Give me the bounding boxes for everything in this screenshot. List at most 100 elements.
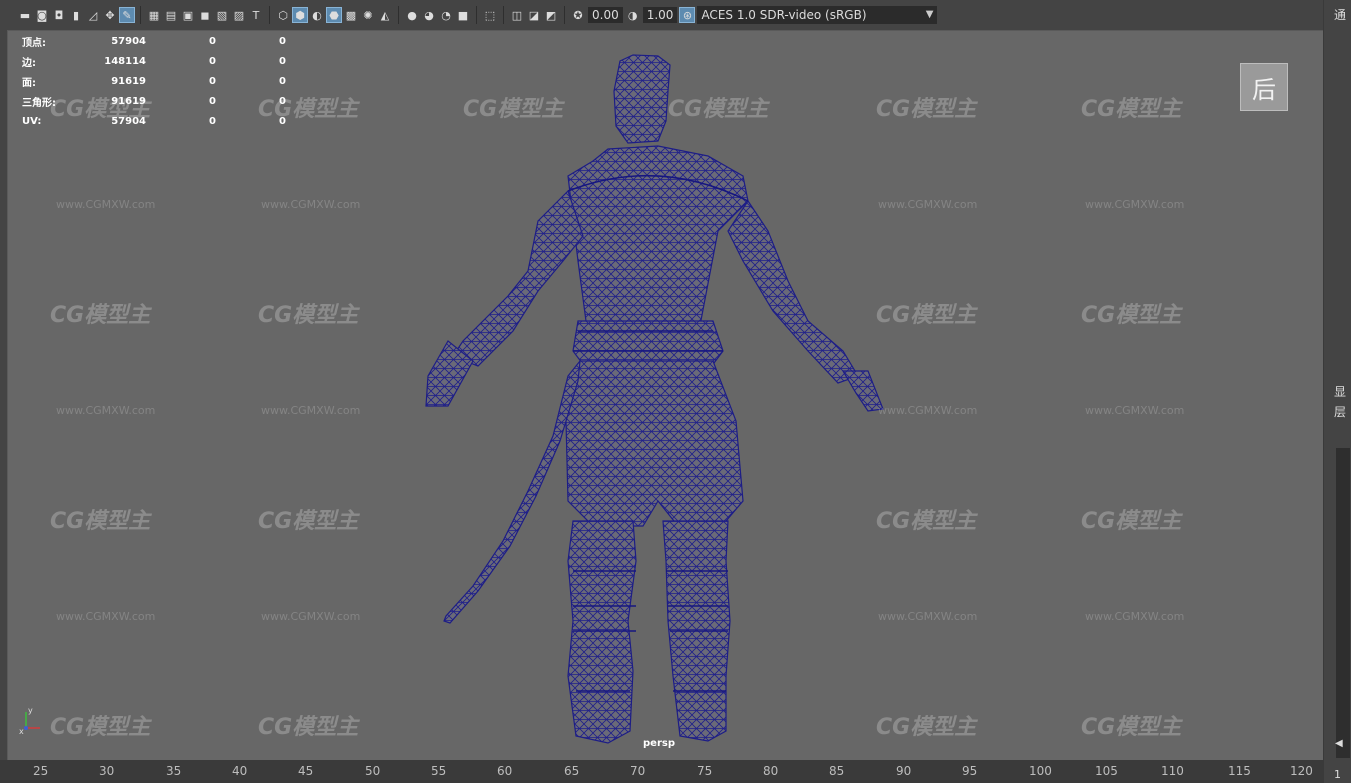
hud-selected: 0: [209, 95, 216, 107]
xray-icon[interactable]: ◫: [510, 8, 524, 22]
watermark-logo: CG模型主: [1081, 509, 1182, 534]
time-slider[interactable]: 25 30 35 40 45 50 55 60 65 70 75 80 85 9…: [0, 760, 1323, 783]
watermark-url: www.CGMXW.com: [56, 610, 156, 623]
safe-title-icon[interactable]: T: [249, 8, 263, 22]
resolution-gate-icon[interactable]: ▣: [181, 8, 195, 22]
watermark-url: www.CGMXW.com: [261, 610, 361, 623]
watermark-url: www.CGMXW.com: [261, 404, 361, 417]
hud-value: 91619: [111, 95, 146, 107]
xray-components-icon[interactable]: ◩: [544, 8, 558, 22]
isolate-select-icon[interactable]: ⬚: [483, 8, 497, 22]
shadows-icon[interactable]: ◭: [378, 8, 392, 22]
exposure-field[interactable]: 0.00: [588, 7, 623, 23]
hud-selected: 0: [209, 55, 216, 67]
watermark-logo: CG模型主: [50, 509, 151, 534]
image-plane-icon[interactable]: ◿: [86, 8, 100, 22]
side-panel-scrollbar[interactable]: [1336, 448, 1350, 758]
hud-selected: 0: [209, 115, 216, 127]
hud-selected-2: 0: [279, 115, 286, 127]
field-chart-icon[interactable]: ▧: [215, 8, 229, 22]
grease-pencil-icon[interactable]: ✎: [119, 7, 135, 23]
use-all-lights-icon[interactable]: ✺: [361, 8, 375, 22]
hud-label: 面:: [22, 77, 36, 89]
bookmark-icon[interactable]: ▮: [69, 8, 83, 22]
timeline-tick: 25: [33, 764, 49, 778]
scroll-left-icon[interactable]: ◀: [1335, 738, 1343, 749]
timeline-tick: 100: [1029, 764, 1052, 778]
camera-lock-icon[interactable]: ◘: [52, 8, 66, 22]
character-mesh: [425, 54, 884, 744]
axis-gizmo: y x: [19, 706, 40, 736]
grid-icon[interactable]: ▦: [147, 8, 161, 22]
motion-blur-icon[interactable]: ◕: [422, 8, 436, 22]
xray-joints-icon[interactable]: ◪: [527, 8, 541, 22]
timeline-tick: 90: [896, 764, 912, 778]
gate-mask-icon[interactable]: ◼: [198, 8, 212, 22]
chevron-down-icon: ▼: [925, 9, 934, 20]
layer-tab[interactable]: 层: [1334, 403, 1346, 420]
torso-mesh: [567, 145, 749, 337]
watermark-url: www.CGMXW.com: [1085, 610, 1185, 623]
timeline-tick: 95: [962, 764, 978, 778]
viewport-3d[interactable]: CG模型主 CG模型主 CG模型主 CG模型主 CG模型主 CG模型主 CG模型…: [7, 30, 1325, 762]
sword-mesh: [443, 359, 581, 624]
hud-row-faces: 面: 91619 0 0: [22, 71, 286, 91]
default-material-icon[interactable]: ◐: [310, 8, 324, 22]
color-space-dropdown[interactable]: ACES 1.0 SDR-video (sRGB) ▼: [697, 6, 938, 24]
right-arm-mesh: [727, 199, 859, 384]
pan-zoom-icon[interactable]: ✥: [103, 8, 117, 22]
watermark-logo: CG模型主: [1081, 97, 1182, 122]
axis-label-x: x: [19, 727, 24, 736]
film-gate-icon[interactable]: ▤: [164, 8, 178, 22]
side-panel-tab[interactable]: 通: [1334, 6, 1346, 23]
watermark-logo: CG模型主: [1081, 715, 1182, 740]
watermark-logo: CG模型主: [876, 97, 977, 122]
gamma-field[interactable]: 1.00: [642, 7, 678, 23]
wireframe-icon[interactable]: ⬡: [276, 8, 290, 22]
camera-icon[interactable]: ▬: [18, 8, 32, 22]
depth-of-field-icon[interactable]: ■: [456, 8, 470, 22]
hud-selected-2: 0: [279, 55, 286, 67]
timeline-tick: 40: [232, 764, 248, 778]
camera-attributes-icon[interactable]: ◙: [35, 8, 49, 22]
watermark-url: www.CGMXW.com: [1085, 404, 1185, 417]
timeline-tick: 35: [166, 764, 182, 778]
timeline-tick: 55: [431, 764, 447, 778]
textured-icon[interactable]: ▩: [344, 8, 358, 22]
color-space-label: ACES 1.0 SDR-video (sRGB): [701, 8, 867, 22]
exposure-icon[interactable]: ✪: [571, 8, 585, 22]
separator: [503, 6, 504, 24]
wireframe-on-shaded-icon[interactable]: ⬣: [326, 7, 342, 23]
hud-selected: 0: [209, 35, 216, 47]
color-management-icon[interactable]: ⊛: [679, 7, 696, 23]
safe-action-icon[interactable]: ▨: [232, 8, 246, 22]
separator: [564, 6, 565, 24]
watermark-logo: CG模型主: [258, 509, 359, 534]
hud-row-vertices: 顶点: 57904 0 0: [22, 31, 286, 51]
gamma-icon[interactable]: ◑: [626, 8, 640, 22]
view-cube[interactable]: 后: [1240, 63, 1288, 111]
anti-aliasing-icon[interactable]: ◔: [439, 8, 453, 22]
hud-selected-2: 0: [279, 35, 286, 47]
viewport-canvas: [425, 54, 884, 744]
timeline-tick: 45: [298, 764, 314, 778]
hud-row-uvs: UV: 57904 0 0: [22, 111, 286, 131]
separator: [476, 6, 477, 24]
smooth-shade-icon[interactable]: ⬢: [292, 7, 308, 23]
right-hand-mesh: [841, 370, 884, 412]
timeline-tick: 50: [365, 764, 381, 778]
watermark-logo: CG模型主: [876, 303, 977, 328]
hud-value: 91619: [111, 75, 146, 87]
hud-selected: 0: [209, 75, 216, 87]
watermark-logo: CG模型主: [1081, 303, 1182, 328]
display-layer-tab[interactable]: 显: [1334, 383, 1346, 400]
watermark-logo: CG模型主: [50, 715, 151, 740]
watermark-url: www.CGMXW.com: [878, 610, 978, 623]
separator: [269, 6, 270, 24]
hud-value: 148114: [104, 55, 146, 67]
side-panel: 通 显 层 ◀ 1: [1323, 0, 1351, 783]
watermark-url: www.CGMXW.com: [56, 198, 156, 211]
screen-space-ao-icon[interactable]: ●: [405, 8, 419, 22]
watermark-logo: CG模型主: [463, 97, 564, 122]
current-frame-field[interactable]: 1: [1334, 768, 1341, 781]
